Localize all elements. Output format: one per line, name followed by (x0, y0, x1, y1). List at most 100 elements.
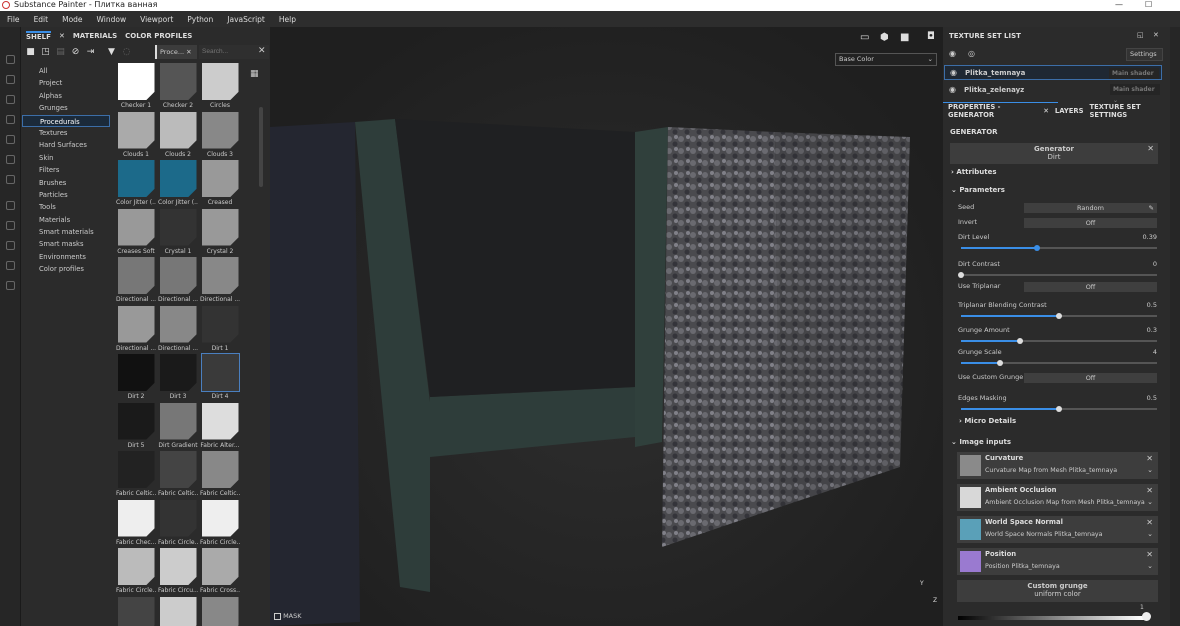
asset-thumbnail[interactable]: Color Jitter (... (116, 160, 156, 206)
screenshot-icon[interactable]: ◘ (927, 31, 935, 42)
menu-item-edit[interactable]: Edit (27, 15, 56, 24)
asset-thumbnail[interactable]: Dirt 2 (116, 354, 156, 400)
slider-handle[interactable] (1016, 338, 1023, 344)
asset-thumbnail[interactable]: Directional ... (158, 257, 198, 303)
close-icon[interactable]: ✕ (186, 48, 191, 56)
close-icon[interactable]: ✕ (1146, 454, 1153, 463)
tool-icon[interactable] (6, 201, 15, 210)
asset-thumbnail[interactable]: Dirt Gradient (158, 402, 198, 449)
tool-icon[interactable] (6, 221, 15, 230)
tab-texture-set-settings[interactable]: TEXTURE SET SETTINGS (1090, 103, 1170, 119)
category-brushes[interactable]: Brushes (22, 177, 110, 189)
eye-icon[interactable]: ◉ (949, 85, 956, 94)
menu-item-python[interactable]: Python (180, 15, 220, 24)
filter-icon[interactable]: ▼ (107, 47, 116, 57)
eye-icon[interactable]: ◎ (968, 49, 975, 58)
asset-thumbnail[interactable]: Dirt 5 (116, 402, 156, 449)
clear-search-icon[interactable]: ✕ (258, 46, 266, 56)
image-input-curvature[interactable]: Curvature Curvature Map from Mesh Plitka_… (957, 452, 1158, 479)
gradient-slider[interactable] (958, 616, 1144, 620)
tool-icon[interactable] (6, 155, 15, 164)
tab-materials[interactable]: MATERIALS (73, 32, 117, 40)
category-project[interactable]: Project (22, 77, 110, 89)
filter-chip[interactable]: Proce... ✕ (155, 45, 197, 59)
asset-thumbnail[interactable]: Fabric Celtic... (158, 451, 198, 497)
asset-thumbnail[interactable]: Clouds 1 (116, 111, 156, 158)
asset-thumbnail[interactable]: Checker 1 (116, 63, 156, 109)
asset-thumbnail[interactable]: Dirt 1 (200, 305, 240, 352)
param-invert-button[interactable]: Off (1024, 218, 1157, 228)
param-seed-button[interactable]: Random ✎ (1024, 203, 1157, 213)
menu-item-help[interactable]: Help (272, 15, 303, 24)
param-slider[interactable] (961, 313, 1157, 319)
mask-toggle[interactable]: MASK (274, 612, 302, 620)
asset-thumbnail[interactable] (200, 596, 240, 626)
hide-icon[interactable]: ⊘ (71, 47, 80, 57)
channel-select[interactable]: Base Color ⌄ (835, 53, 937, 66)
close-icon[interactable]: ✕ (1153, 31, 1159, 39)
save-icon[interactable]: ▤ (56, 47, 65, 57)
tool-icon[interactable] (6, 95, 15, 104)
slider-handle[interactable] (1056, 406, 1062, 412)
tab-layers[interactable]: LAYERS (1055, 107, 1084, 115)
close-icon[interactable]: ✕ (1043, 107, 1049, 115)
new-shelf-icon[interactable]: ◳ (41, 47, 50, 57)
category-filters[interactable]: Filters (22, 164, 110, 176)
chevron-down-icon[interactable]: ⌄ (1147, 562, 1153, 570)
shader-dropdown[interactable]: Main shader ⌄ (1110, 84, 1160, 104)
asset-thumbnail[interactable]: Fabric Circle... (200, 499, 240, 546)
folder-icon[interactable]: ■ (26, 47, 35, 57)
tool-icon[interactable] (6, 75, 15, 84)
asset-thumbnail[interactable]: Color Jitter (... (158, 160, 198, 206)
grid-view-icon[interactable]: ▦ (250, 69, 259, 79)
menu-item-window[interactable]: Window (90, 15, 134, 24)
minimize-button[interactable]: — (1115, 0, 1123, 9)
image-input-position[interactable]: Position Position Plitka_temnaya ✕ ⌄ (957, 548, 1158, 575)
asset-thumbnail[interactable]: Checker 2 (158, 63, 198, 109)
asset-thumbnail[interactable]: Fabric Celtic... (200, 451, 240, 497)
image-input-world-space-normal[interactable]: World Space Normal World Space Normals Pl… (957, 516, 1158, 543)
asset-thumbnail[interactable]: Fabric Cross... (200, 548, 240, 594)
asset-thumbnail[interactable]: Fabric Circle... (158, 499, 198, 546)
param-slider[interactable] (961, 338, 1157, 344)
slider-handle[interactable] (958, 272, 964, 278)
tool-icon[interactable] (6, 135, 15, 144)
asset-thumbnail[interactable] (116, 596, 156, 626)
slider-handle[interactable] (1056, 313, 1062, 319)
edit-icon[interactable]: ✎ (1149, 203, 1154, 213)
asset-thumbnail[interactable]: Creases Soft (116, 208, 156, 255)
category-textures[interactable]: Textures (22, 127, 110, 139)
category-hard-surfaces[interactable]: Hard Surfaces (22, 139, 110, 151)
param-slider[interactable] (961, 406, 1157, 412)
category-tools[interactable]: Tools (22, 201, 110, 213)
menu-item-javascript[interactable]: JavaScript (220, 15, 272, 24)
asset-thumbnail[interactable]: Circles (200, 63, 240, 109)
tool-icon[interactable] (6, 281, 15, 290)
tool-icon[interactable] (6, 175, 15, 184)
tool-icon[interactable] (6, 261, 15, 270)
asset-thumbnail[interactable]: Directional ... (158, 305, 198, 352)
close-icon[interactable]: ✕ (1146, 486, 1153, 495)
chevron-down-icon[interactable]: ⌄ (1147, 466, 1153, 474)
asset-thumbnail[interactable]: Creased (200, 160, 240, 206)
asset-thumbnail[interactable]: Fabric Alter... (200, 402, 240, 449)
category-alphas[interactable]: Alphas (22, 90, 110, 102)
viewport[interactable]: ▭ ⬢ ■ ◘ Base Color ⌄ Y Z MASK (270, 27, 943, 626)
slider-handle[interactable] (1034, 245, 1041, 251)
category-color-profiles[interactable]: Color profiles (22, 263, 110, 275)
slider-handle[interactable] (997, 360, 1004, 366)
tool-icon[interactable] (6, 115, 15, 124)
generator-selector[interactable]: Generator Dirt ✕ (950, 143, 1158, 164)
asset-thumbnail[interactable]: Fabric Chec... (116, 499, 156, 546)
asset-thumbnail[interactable]: Directional ... (200, 257, 240, 303)
picker-icon[interactable] (1142, 612, 1151, 621)
close-icon[interactable]: ✕ (1147, 144, 1154, 153)
close-icon[interactable]: ✕ (59, 32, 65, 40)
micro-details-section[interactable]: › Micro Details (959, 417, 1016, 425)
shader-dropdown[interactable]: Main shader ⌄ (1109, 68, 1159, 88)
tool-icon[interactable] (6, 241, 15, 250)
menu-item-mode[interactable]: Mode (55, 15, 89, 24)
tab-shelf[interactable]: SHELF (26, 30, 51, 41)
param-slider[interactable] (961, 360, 1157, 366)
param-slider[interactable] (961, 245, 1157, 251)
